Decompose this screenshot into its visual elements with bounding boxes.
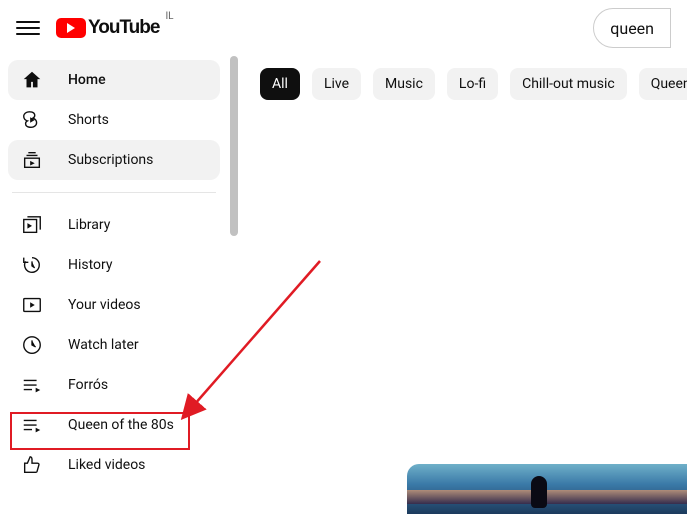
chip-all[interactable]: All [260, 68, 300, 100]
sidebar-item-subscriptions[interactable]: Subscriptions [8, 140, 220, 180]
sidebar-scrollbar[interactable] [228, 56, 240, 514]
sidebar-item-history[interactable]: History [8, 245, 220, 285]
filter-chip-row: All Live Music Lo-fi Chill-out music Que… [260, 68, 687, 100]
youtube-play-icon [56, 18, 86, 38]
chip-chill-out[interactable]: Chill-out music [510, 68, 627, 100]
main-content: All Live Music Lo-fi Chill-out music Que… [240, 56, 687, 514]
sidebar-item-your-videos[interactable]: Your videos [8, 285, 220, 325]
sidebar-item-library[interactable]: Library [8, 205, 220, 245]
thumbs-up-icon [20, 453, 44, 477]
sidebar-item-label: Watch later [68, 337, 139, 353]
sidebar-item-label: History [68, 257, 113, 273]
chip-label: Chill-out music [522, 76, 615, 92]
chip-live[interactable]: Live [312, 68, 361, 100]
sidebar-item-label: Liked videos [68, 457, 145, 473]
clock-icon [20, 333, 44, 357]
sidebar-item-playlist-queen-80s[interactable]: Queen of the 80s [8, 405, 220, 445]
header: YouTube IL queen [0, 0, 687, 56]
your-videos-icon [20, 293, 44, 317]
sidebar-item-home[interactable]: Home [8, 60, 220, 100]
search-input-value: queen [610, 19, 654, 38]
chip-label: All [272, 76, 288, 92]
sidebar-item-shorts[interactable]: Shorts [8, 100, 220, 140]
sidebar-item-label: Library [68, 217, 110, 233]
menu-icon[interactable] [16, 16, 40, 40]
search-input[interactable]: queen [593, 8, 671, 48]
sidebar: Home Shorts Subscriptions Library [0, 56, 228, 514]
sidebar-item-label: Queen of the 80s [68, 417, 174, 433]
video-thumbnail[interactable] [407, 464, 687, 514]
sidebar-item-label: Home [68, 72, 106, 88]
playlist-icon [20, 373, 44, 397]
sidebar-item-watch-later[interactable]: Watch later [8, 325, 220, 365]
chip-label: Queen [651, 76, 687, 92]
logo-country-code: IL [165, 11, 173, 22]
chip-label: Lo-fi [459, 76, 486, 92]
library-icon [20, 213, 44, 237]
chip-label: Live [324, 76, 349, 92]
chip-queen[interactable]: Queen [639, 68, 687, 100]
sidebar-item-label: Your videos [68, 297, 141, 313]
sidebar-item-liked-videos[interactable]: Liked videos [8, 445, 220, 485]
sidebar-item-label: Shorts [68, 112, 109, 128]
divider [12, 192, 216, 193]
scrollbar-thumb[interactable] [230, 56, 238, 236]
history-icon [20, 253, 44, 277]
sidebar-item-label: Forrós [68, 377, 108, 393]
chip-music[interactable]: Music [373, 68, 435, 100]
chip-lofi[interactable]: Lo-fi [447, 68, 498, 100]
playlist-icon [20, 413, 44, 437]
sidebar-item-label: Subscriptions [68, 152, 153, 168]
sidebar-item-playlist-forros[interactable]: Forrós [8, 365, 220, 405]
logo-text: YouTube [88, 17, 159, 39]
logo[interactable]: YouTube IL [56, 17, 174, 39]
shorts-icon [20, 108, 44, 132]
subscriptions-icon [20, 148, 44, 172]
home-icon [20, 68, 44, 92]
chip-label: Music [385, 76, 423, 92]
